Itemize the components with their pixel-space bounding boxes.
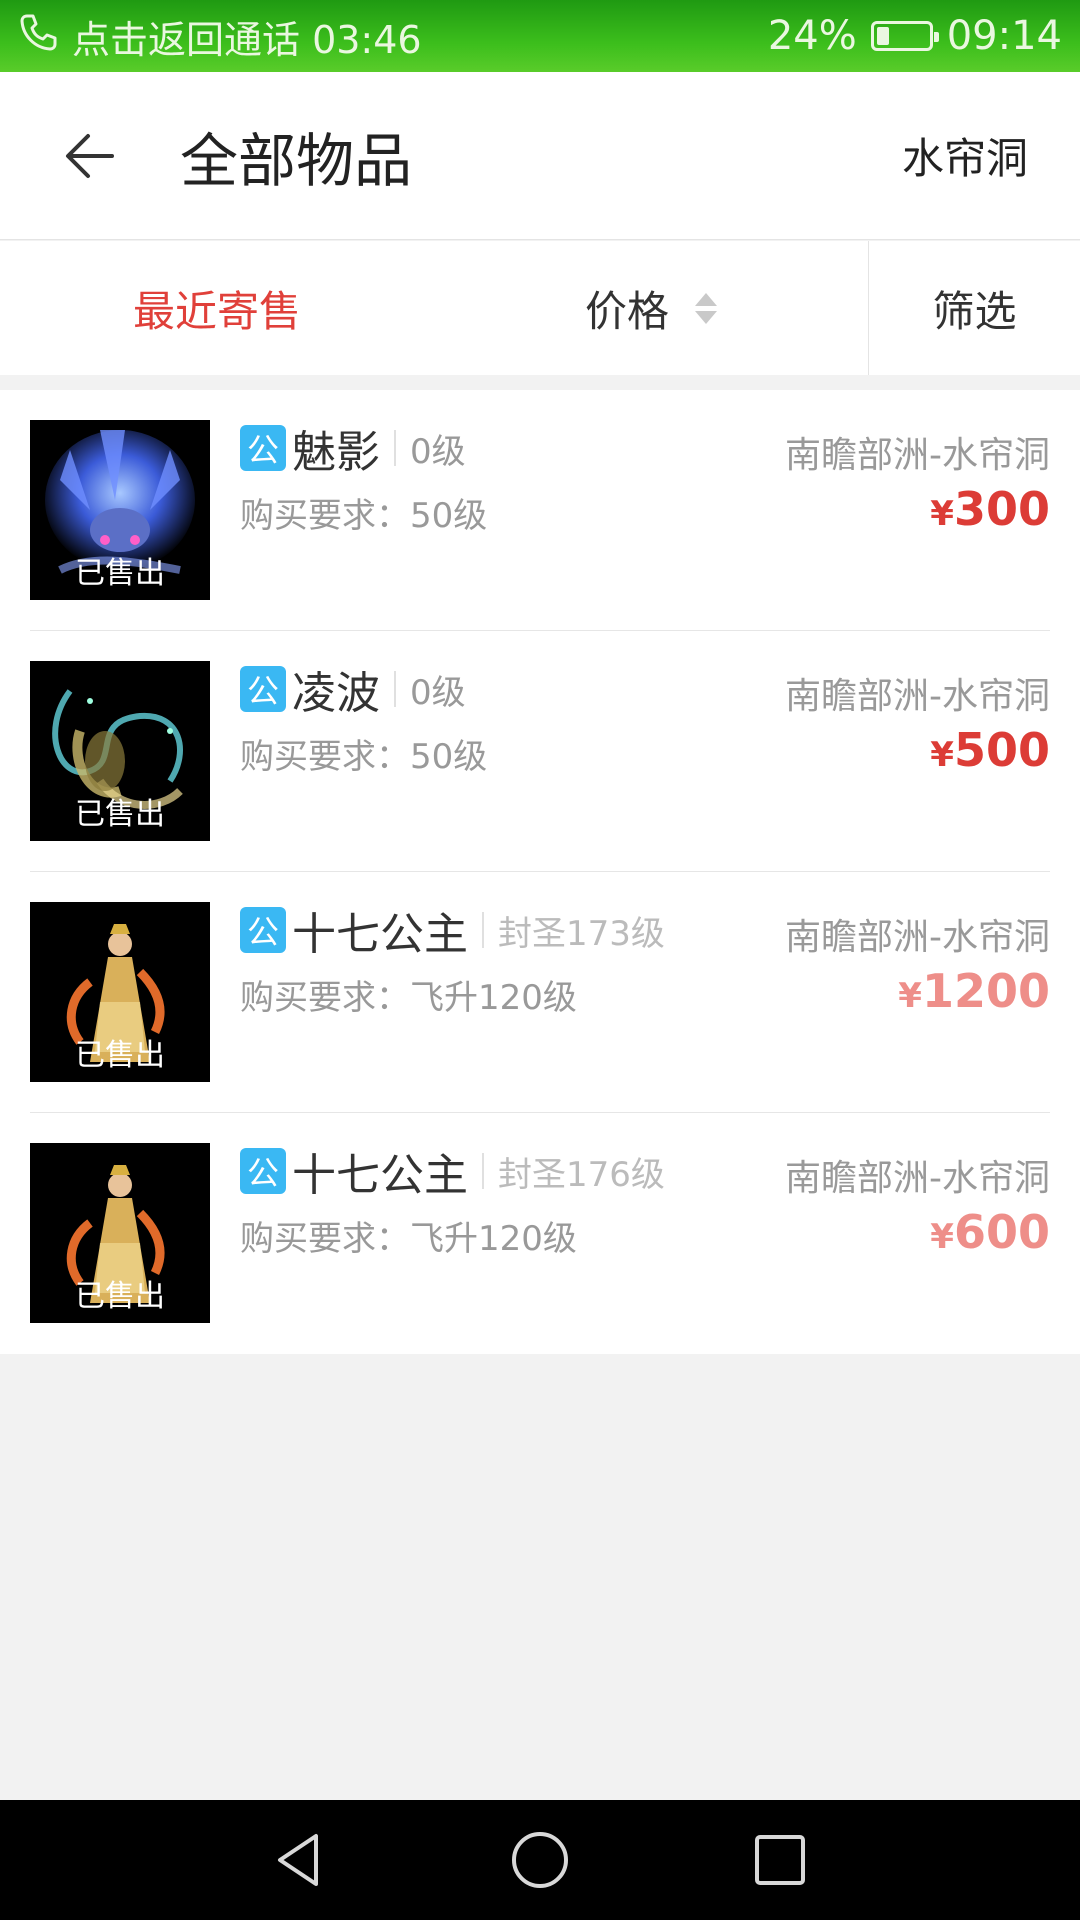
sort-price-tab[interactable]: 价格 (434, 241, 868, 375)
server-region: 南瞻部洲-水帘洞 (785, 435, 1050, 476)
sort-price-label: 价格 (584, 286, 669, 336)
item-name: 凌波 (292, 668, 380, 719)
item-price: ¥300 (930, 482, 1050, 536)
filter-button[interactable]: 筛选 (868, 241, 1080, 375)
nav-back-button[interactable] (180, 1800, 420, 1920)
nav-recent-button[interactable] (660, 1800, 900, 1920)
purchase-requirement: 购买要求：飞升120级 (240, 1219, 577, 1259)
list-item[interactable]: 已售出 公 十七公主 封圣176级 购买要求：飞升120级 南瞻部洲-水帘洞 ¥… (0, 1113, 1080, 1354)
public-badge: 公 (240, 907, 286, 953)
item-level: 封圣173级 (498, 913, 665, 954)
sold-label: 已售出 (75, 797, 165, 832)
phone-icon (18, 12, 58, 61)
item-level: 封圣176级 (498, 1154, 665, 1195)
sort-bar: 最近寄售 价格 筛选 (0, 241, 1080, 375)
list-item[interactable]: 已售出 公 凌波 0级 购买要求：50级 南瞻部洲-水帘洞 ¥500 (0, 631, 1080, 872)
item-thumbnail: 已售出 (30, 902, 210, 1082)
battery-percent: 24% (767, 13, 857, 59)
triangle-back-icon (278, 1834, 318, 1886)
sort-recent-tab[interactable]: 最近寄售 (0, 241, 434, 375)
nav-home-button[interactable] (420, 1800, 660, 1920)
item-price: ¥600 (930, 1205, 1050, 1259)
status-bar: 点击返回通话 03:46 24% 09:14 (0, 0, 1080, 72)
divider (394, 671, 396, 707)
divider (482, 912, 484, 948)
server-region: 南瞻部洲-水帘洞 (785, 1158, 1050, 1199)
item-list: 已售出 公 魅影 0级 购买要求：50级 南瞻部洲-水帘洞 ¥300 已售出 公… (0, 390, 1080, 1354)
item-thumbnail: 已售出 (30, 661, 210, 841)
divider (394, 430, 396, 466)
item-price: ¥1200 (898, 964, 1050, 1018)
square-recent-icon (755, 1835, 805, 1885)
arrow-left-icon (66, 133, 114, 178)
location-button[interactable]: 水帘洞 (902, 125, 1028, 186)
battery-icon (870, 21, 939, 51)
divider (482, 1153, 484, 1189)
circle-home-icon (512, 1832, 568, 1888)
list-item[interactable]: 已售出 公 十七公主 封圣173级 购买要求：飞升120级 南瞻部洲-水帘洞 ¥… (0, 872, 1080, 1113)
purchase-requirement: 购买要求：飞升120级 (240, 978, 577, 1018)
sort-arrows-icon (695, 292, 717, 324)
item-level: 0级 (410, 672, 466, 713)
app-header: 全部物品 水帘洞 (0, 72, 1080, 240)
return-to-call[interactable]: 点击返回通话 03:46 (18, 9, 422, 64)
server-region: 南瞻部洲-水帘洞 (785, 676, 1050, 717)
sold-label: 已售出 (75, 1038, 165, 1073)
item-thumbnail: 已售出 (30, 420, 210, 600)
public-badge: 公 (240, 425, 286, 471)
sold-label: 已售出 (75, 1279, 165, 1314)
purchase-requirement: 购买要求：50级 (240, 737, 488, 777)
server-region: 南瞻部洲-水帘洞 (785, 917, 1050, 958)
item-name: 魅影 (292, 427, 380, 478)
system-nav-bar (0, 1800, 1080, 1920)
back-button[interactable] (40, 106, 140, 206)
purchase-requirement: 购买要求：50级 (240, 496, 488, 536)
item-level: 0级 (410, 431, 466, 472)
item-price: ¥500 (930, 723, 1050, 777)
list-item[interactable]: 已售出 公 魅影 0级 购买要求：50级 南瞻部洲-水帘洞 ¥300 (0, 390, 1080, 631)
clock: 09:14 (946, 13, 1062, 59)
item-thumbnail: 已售出 (30, 1143, 210, 1323)
call-text: 点击返回通话 03:46 (72, 17, 422, 62)
item-name: 十七公主 (292, 1150, 468, 1201)
sold-label: 已售出 (75, 556, 165, 591)
page-title: 全部物品 (180, 126, 413, 195)
public-badge: 公 (240, 1148, 286, 1194)
item-name: 十七公主 (292, 909, 468, 960)
public-badge: 公 (240, 666, 286, 712)
